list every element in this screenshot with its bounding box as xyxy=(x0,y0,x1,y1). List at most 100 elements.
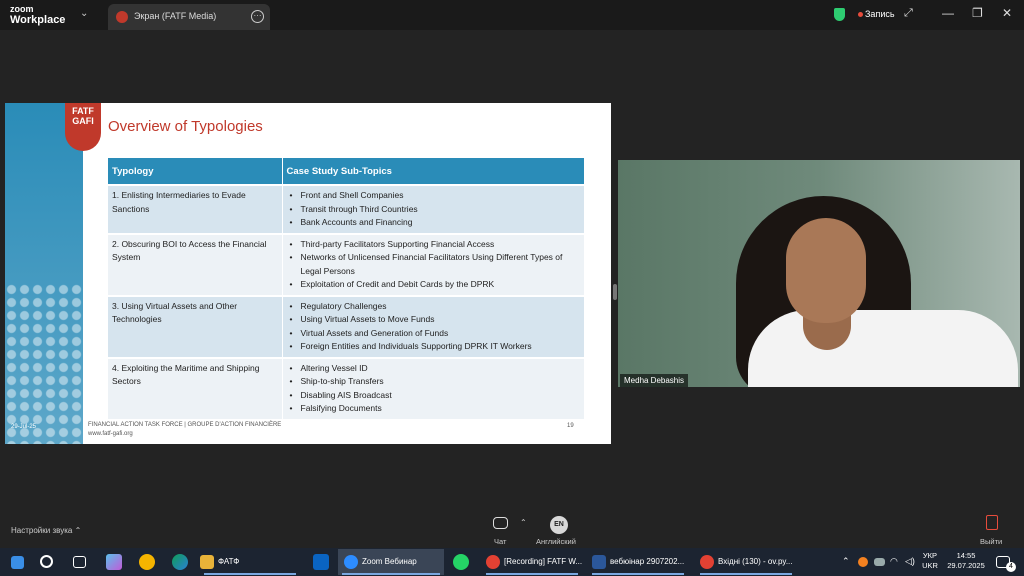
participant-name: Medha Debashis xyxy=(620,374,689,387)
participant-video[interactable]: Medha Debashis xyxy=(618,160,1020,387)
chevron-down-icon[interactable]: ⌄ xyxy=(80,8,88,19)
expand-icon[interactable]: ⤢ xyxy=(904,7,913,20)
subtopics-cell: Altering Vessel ID Ship-to-ship Transfer… xyxy=(282,356,585,419)
app-name-line2: Workplace xyxy=(10,14,66,26)
fatf-tab-icon xyxy=(116,11,128,23)
active-indicator xyxy=(486,573,578,575)
exit-label[interactable]: Выйти xyxy=(980,537,1002,546)
chevron-up-icon: ⌃ xyxy=(74,526,82,535)
close-button[interactable]: ✕ xyxy=(1002,6,1012,20)
volume-icon[interactable]: ◁) xyxy=(905,556,915,566)
logo-line2: GAFI xyxy=(72,116,94,126)
table-row: 2. Obscuring BOI to Access the Financial… xyxy=(108,232,585,296)
subtopic-item: Networks of Unlicensed Financial Facilit… xyxy=(287,251,581,278)
subtopic-item: Ship-to-ship Transfers xyxy=(287,375,581,389)
notification-count: 4 xyxy=(1006,562,1016,572)
edge-icon[interactable] xyxy=(172,554,188,570)
subtopic-item: Disabling AIS Broadcast xyxy=(287,389,581,403)
participant-shirt xyxy=(748,310,1018,387)
typology-cell: 1. Enlisting Intermediaries to Evade San… xyxy=(108,184,283,234)
subtopic-item: Altering Vessel ID xyxy=(287,362,581,376)
subtopic-item: Exploitation of Credit and Debit Cards b… xyxy=(287,278,581,292)
taskbar-app-chrome-recording[interactable]: [Recording] FATF W... xyxy=(482,549,582,575)
taskbar-app-word[interactable]: вебюінар 2907202... xyxy=(588,549,688,575)
subtopic-item: Front and Shell Companies xyxy=(287,189,581,203)
taskbar-app-fatf-folder[interactable]: ФАТФ xyxy=(200,549,300,575)
tray-app-icon[interactable] xyxy=(858,557,868,567)
slide-date: 29-Jul-25 xyxy=(11,424,37,430)
subtopic-item: Transit through Third Countries xyxy=(287,203,581,217)
participant-face xyxy=(786,218,866,323)
header-subtopics: Case Study Sub-Topics xyxy=(282,158,585,185)
subtopic-item: Third-party Facilitators Supporting Fina… xyxy=(287,238,581,252)
slide-page-number: 19 xyxy=(567,423,574,429)
screen-share-tab[interactable]: Экран (FATF Media) ··· xyxy=(108,4,270,30)
battery-icon[interactable] xyxy=(874,558,885,566)
slide-side-strip: 29-Jul-25 xyxy=(5,103,83,444)
minimize-button[interactable]: — xyxy=(942,6,954,20)
restore-button[interactable]: ❐ xyxy=(972,6,983,20)
tray-chevron-up-icon[interactable]: ⌃ xyxy=(842,556,850,566)
lang-line1: УКР xyxy=(922,551,938,560)
footer-org: FINANCIAL ACTION TASK FORCE | GROUPE D'A… xyxy=(88,422,282,428)
typology-cell: 3. Using Virtual Assets and Other Techno… xyxy=(108,294,283,358)
folder-icon xyxy=(200,554,214,569)
active-indicator xyxy=(204,573,296,575)
chrome-icon xyxy=(700,554,714,569)
header-typology: Typology xyxy=(108,158,283,185)
taskbar-app-label: [Recording] FATF W... xyxy=(504,557,582,566)
audio-settings-button[interactable]: Настройки звука ⌃ xyxy=(11,526,81,535)
logo-line1: FATF xyxy=(72,106,94,116)
whatsapp-icon[interactable] xyxy=(453,554,469,570)
footer-url: www.fatf-gafi.org xyxy=(88,431,133,437)
windows-start-icon[interactable] xyxy=(11,556,24,569)
title-bar: zoom Workplace ⌄ Экран (FATF Media) ··· … xyxy=(0,0,1024,30)
subtopic-item: Falsifying Documents xyxy=(287,402,581,416)
chrome-icon xyxy=(486,554,500,569)
subtopics-cell: Front and Shell Companies Transit throug… xyxy=(282,184,585,234)
active-indicator xyxy=(700,573,792,575)
zoom-logo[interactable]: zoom Workplace xyxy=(10,4,65,26)
language-icon[interactable]: EN xyxy=(550,516,568,534)
decorative-dots xyxy=(5,283,83,444)
typology-table: Typology Case Study Sub-Topics 1. Enlist… xyxy=(108,158,585,419)
chat-chevron-icon[interactable]: ⌃ xyxy=(520,518,527,527)
chat-icon[interactable] xyxy=(493,517,508,529)
subtopic-item: Virtual Assets and Generation of Funds xyxy=(287,327,581,341)
more-options-icon[interactable]: ··· xyxy=(251,10,264,23)
table-row: 4. Exploiting the Maritime and Shipping … xyxy=(108,356,585,419)
clock[interactable]: 14:55 29.07.2025 xyxy=(944,551,988,571)
clock-date: 29.07.2025 xyxy=(947,561,985,570)
slide-title: Overview of Typologies xyxy=(108,118,263,135)
tab-title: Экран (FATF Media) xyxy=(134,11,217,21)
outlook-icon[interactable] xyxy=(313,554,329,570)
word-icon xyxy=(592,554,606,569)
recording-label[interactable]: Запись xyxy=(865,9,895,19)
lang-line2: UKR xyxy=(922,561,938,570)
subtopic-item: Regulatory Challenges xyxy=(287,300,581,314)
chat-label[interactable]: Чат xyxy=(494,537,506,546)
search-icon[interactable] xyxy=(40,555,53,568)
input-language[interactable]: УКР UKR xyxy=(920,551,940,571)
clock-time: 14:55 xyxy=(956,551,976,560)
taskbar-app-chrome-mail[interactable]: Вхідні (130) - ov.py... xyxy=(696,549,796,575)
recording-dot-icon xyxy=(858,12,863,17)
subtopics-cell: Third-party Facilitators Supporting Fina… xyxy=(282,232,585,296)
slide-footer: FINANCIAL ACTION TASK FORCE | GROUPE D'A… xyxy=(88,421,281,439)
security-shield-icon[interactable] xyxy=(834,8,845,21)
zoom-icon xyxy=(344,554,358,569)
taskbar-app-zoom[interactable]: Zoom Вебинар xyxy=(338,549,444,575)
typology-cell: 4. Exploiting the Maritime and Shipping … xyxy=(108,356,283,419)
subtopic-item: Using Virtual Assets to Move Funds xyxy=(287,313,581,327)
fatf-logo: FATF GAFI xyxy=(65,103,101,151)
language-label[interactable]: Английский xyxy=(536,537,576,546)
chrome-canary-icon[interactable] xyxy=(139,554,155,570)
exit-icon[interactable] xyxy=(986,515,998,530)
copilot-icon[interactable] xyxy=(106,554,122,570)
task-view-icon[interactable] xyxy=(73,556,86,568)
taskbar-app-label: Zoom Вебинар xyxy=(362,557,417,566)
active-indicator xyxy=(592,573,684,575)
table-row: 1. Enlisting Intermediaries to Evade San… xyxy=(108,184,585,234)
panel-splitter-handle[interactable] xyxy=(613,284,617,300)
wifi-icon[interactable]: ◠ xyxy=(890,556,898,566)
